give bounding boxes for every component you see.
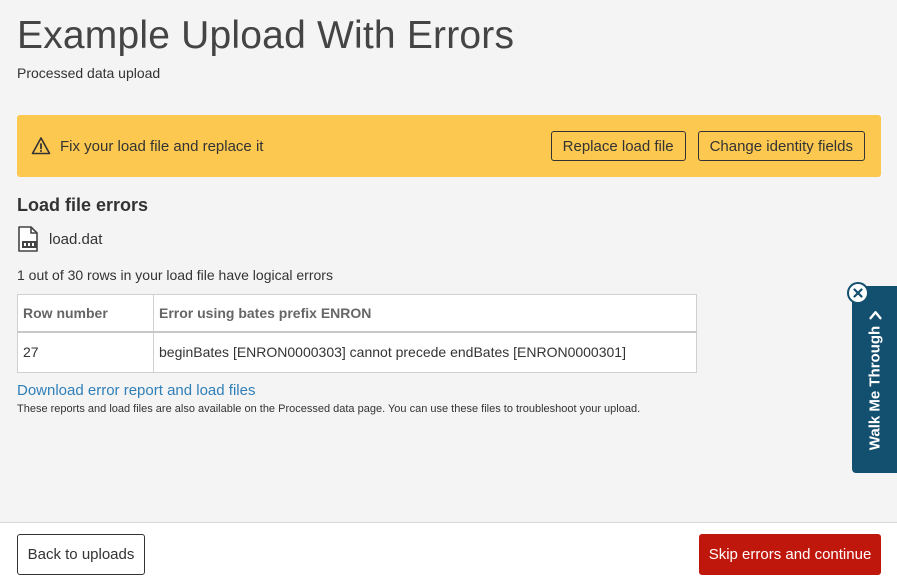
dat-file-icon [17, 226, 39, 252]
error-alert-banner: Fix your load file and replace it Replac… [17, 115, 881, 177]
table-row: 27 beginBates [ENRON0000303] cannot prec… [17, 331, 697, 373]
back-to-uploads-button[interactable]: Back to uploads [17, 534, 145, 575]
error-summary: 1 out of 30 rows in your load file have … [17, 267, 333, 283]
column-header-error: Error using bates prefix ENRON [153, 294, 697, 333]
column-header-row-number: Row number [17, 294, 154, 333]
page-subtitle: Processed data upload [17, 65, 161, 81]
errors-table: Row number Error using bates prefix ENRO… [17, 294, 697, 373]
change-identity-fields-button[interactable]: Change identity fields [697, 131, 865, 161]
alert-message: Fix your load file and replace it [60, 137, 264, 155]
walkme-label-wrap: Walk Me Through [866, 309, 883, 450]
replace-load-file-button[interactable]: Replace load file [550, 131, 686, 161]
section-title: Load file errors [17, 195, 149, 215]
walkme-label: Walk Me Through [866, 325, 883, 450]
download-error-report-link[interactable]: Download error report and load files [17, 382, 255, 399]
warning-icon [31, 136, 51, 156]
skip-errors-button[interactable]: Skip errors and continue [699, 534, 881, 575]
walkme-tab[interactable]: Walk Me Through [852, 286, 897, 473]
row-number-cell: 27 [17, 331, 154, 373]
file-name: load.dat [49, 230, 103, 248]
file-row: load.dat [17, 226, 102, 252]
chevron-right-icon [868, 309, 881, 319]
table-header-row: Row number Error using bates prefix ENRO… [17, 294, 697, 333]
close-icon[interactable] [847, 282, 869, 304]
reports-note: These reports and load files are also av… [17, 403, 641, 415]
page-title: Example Upload With Errors [17, 14, 515, 57]
footer-bar: Back to uploads Skip errors and continue [0, 522, 897, 582]
error-cell: beginBates [ENRON0000303] cannot precede… [153, 331, 697, 373]
